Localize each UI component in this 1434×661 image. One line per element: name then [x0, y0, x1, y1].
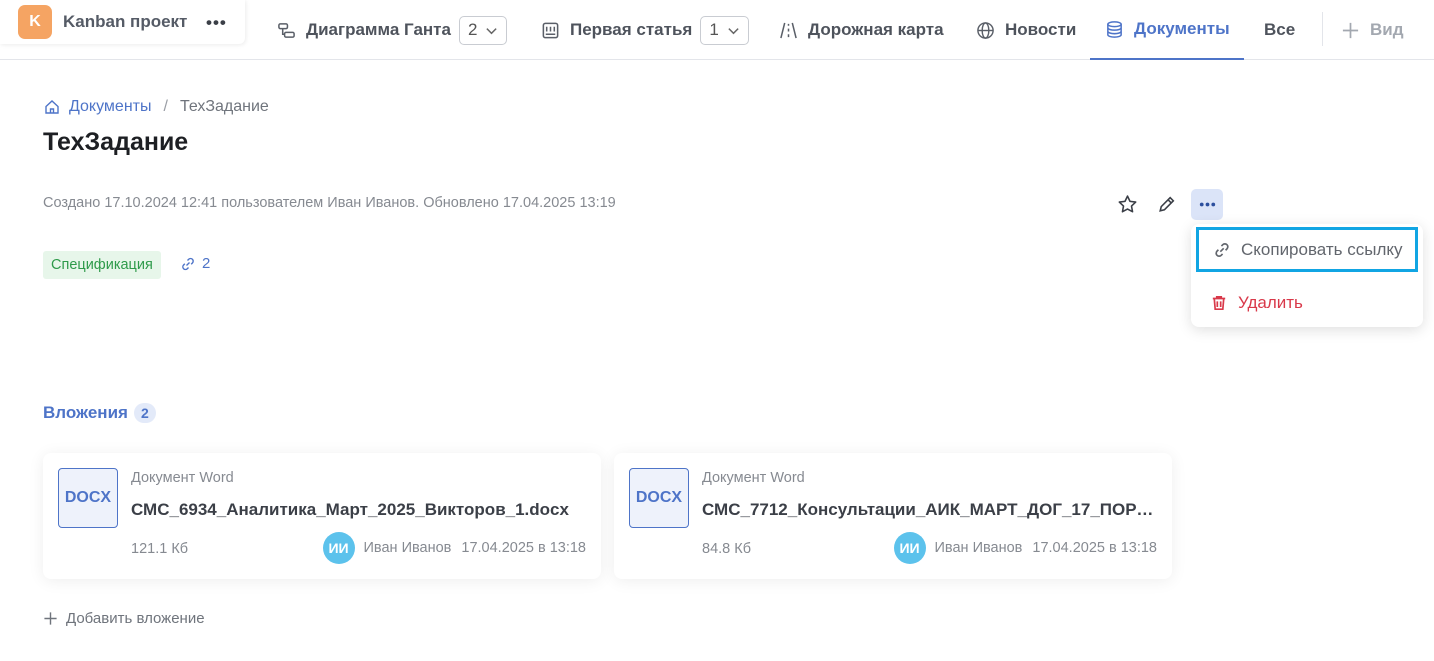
database-icon: [1107, 20, 1122, 38]
links-counter[interactable]: 2: [180, 255, 210, 272]
document-meta: Создано 17.10.2024 12:41 пользователем И…: [43, 195, 616, 211]
breadcrumb: Документы / ТехЗадание: [44, 98, 269, 116]
breadcrumb-separator: /: [163, 98, 168, 115]
breadcrumb-documents-link[interactable]: Документы: [69, 98, 151, 116]
project-name: Kanban проект: [63, 12, 188, 31]
author-name: Иван Иванов: [363, 540, 452, 556]
project-badge: K: [18, 5, 52, 39]
pencil-icon: [1158, 196, 1174, 212]
attachment-size: 121.1 Кб: [131, 541, 189, 557]
plus-icon: [44, 612, 57, 625]
star-icon: [1118, 195, 1136, 213]
tab-roadmap[interactable]: Дорожная карта: [779, 0, 944, 60]
tab-news[interactable]: Новости: [976, 0, 1076, 60]
project-switcher[interactable]: K Kanban проект •••: [0, 0, 245, 44]
road-icon: [780, 22, 797, 38]
links-count: 2: [202, 255, 211, 272]
add-attachment-button[interactable]: Добавить вложение: [43, 610, 205, 627]
board-icon: [542, 22, 559, 38]
tab-all-label: Все: [1264, 20, 1296, 39]
tab-gantt-count: 2: [467, 20, 478, 39]
attachments-title: Вложения: [43, 403, 128, 422]
author-name: Иван Иванов: [934, 540, 1023, 556]
tag-specification[interactable]: Спецификация: [43, 251, 161, 279]
attachment-author: ИИ Иван Иванов 17.04.2025 в 13:18: [322, 532, 586, 564]
attachments-count-badge: 2: [133, 403, 156, 423]
link-icon: [1215, 242, 1229, 257]
top-navigation-bar: K Kanban проект ••• Диаграмма Ганта 2 Пе…: [0, 0, 1434, 60]
actions-dropdown-menu: Скопировать ссылку Удалить: [1191, 224, 1423, 327]
delete-menu-item[interactable]: Удалить: [1196, 280, 1418, 325]
tab-documents-label: Документы: [1134, 19, 1230, 38]
tab-first-article-count: 1: [709, 20, 719, 39]
tab-first-article[interactable]: Первая статья 1: [541, 0, 749, 60]
edit-button[interactable]: [1150, 189, 1182, 220]
docx-file-icon: DOCX: [58, 468, 118, 528]
attachment-author: ИИ Иван Иванов 17.04.2025 в 13:18: [893, 532, 1157, 564]
tab-documents[interactable]: Документы: [1090, 0, 1244, 60]
docx-file-icon: DOCX: [629, 468, 689, 528]
chevron-down-icon: [486, 27, 498, 34]
attachment-filename[interactable]: СМС_6934_Аналитика_Март_2025_Викторов_1.…: [131, 500, 591, 520]
attachments-heading: Вложения 2: [43, 403, 156, 423]
copy-link-label: Скопировать ссылку: [1241, 239, 1403, 259]
more-horizontal-icon: [1199, 202, 1215, 207]
attachment-filename[interactable]: СМС_7712_Консультации_АИК_МАРТ_ДОГ_17_ПО…: [702, 500, 1162, 520]
tab-first-article-label: Первая статья: [570, 20, 693, 39]
tab-all[interactable]: Все: [1264, 0, 1295, 60]
copy-link-menu-item[interactable]: Скопировать ссылку: [1196, 227, 1418, 272]
avatar: ИИ: [893, 532, 926, 564]
favorite-button[interactable]: [1111, 189, 1143, 220]
plus-icon: [1342, 22, 1359, 38]
add-view-label: Вид: [1370, 20, 1404, 39]
more-actions-button[interactable]: [1191, 189, 1223, 220]
attachment-date: 17.04.2025 в 13:18: [1032, 540, 1157, 556]
tab-first-article-count-select[interactable]: 1: [700, 15, 749, 45]
tab-gantt-count-select[interactable]: 2: [458, 15, 508, 45]
tab-news-label: Новости: [1005, 20, 1077, 39]
add-view-button[interactable]: Вид: [1341, 0, 1404, 60]
project-more-icon[interactable]: •••: [206, 13, 227, 33]
tab-gantt-label: Диаграмма Ганта: [306, 20, 451, 39]
attachment-card[interactable]: DOCX Документ Word СМС_6934_Аналитика_Ма…: [43, 453, 601, 579]
home-icon: [45, 100, 59, 114]
trash-icon: [1212, 295, 1226, 310]
link-icon: [182, 257, 194, 270]
attachment-date: 17.04.2025 в 13:18: [461, 540, 586, 556]
delete-label: Удалить: [1238, 292, 1303, 312]
attachment-kind: Документ Word: [131, 470, 234, 486]
attachment-card[interactable]: DOCX Документ Word СМС_7712_Консультации…: [614, 453, 1172, 579]
tab-gantt[interactable]: Диаграмма Ганта 2: [277, 0, 508, 60]
breadcrumb-current: ТехЗадание: [179, 98, 269, 115]
avatar: ИИ: [322, 532, 355, 564]
divider: [1322, 12, 1323, 46]
add-attachment-label: Добавить вложение: [66, 610, 205, 627]
attachment-size: 84.8 Кб: [702, 541, 752, 557]
gantt-icon: [278, 22, 295, 38]
tab-roadmap-label: Дорожная карта: [808, 20, 944, 39]
globe-icon: [977, 21, 994, 39]
page-title: ТехЗадание: [43, 128, 189, 156]
chevron-down-icon: [728, 27, 739, 34]
attachment-kind: Документ Word: [702, 470, 805, 486]
